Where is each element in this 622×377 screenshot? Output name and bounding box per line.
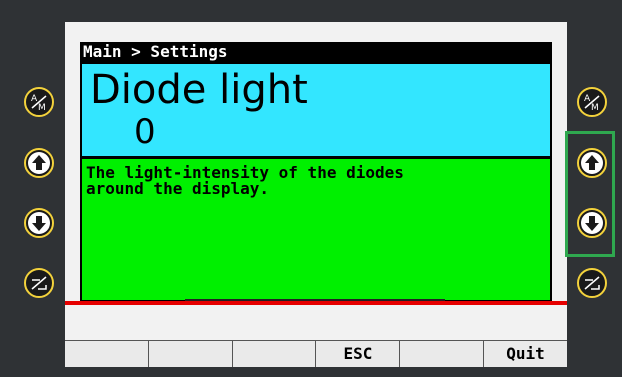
auto-manual-icon: A M: [584, 94, 600, 113]
softkey-5[interactable]: [400, 341, 485, 367]
setting-value: 0: [134, 112, 156, 152]
setting-title-panel: Diode light 0: [80, 62, 552, 158]
arrow-down-icon: [28, 212, 50, 234]
left-auto-manual-button[interactable]: A M: [24, 87, 54, 117]
setting-description: The light-intensity of the diodes around…: [86, 163, 404, 198]
arrow-buttons-highlight: [565, 131, 615, 257]
softkey-3[interactable]: [233, 341, 317, 367]
left-down-button[interactable]: [24, 208, 54, 238]
hand-icon: [31, 276, 47, 290]
description-panel: The light-intensity of the diodes around…: [80, 157, 552, 302]
breadcrumb: Main > Settings: [80, 42, 552, 62]
arrow-up-icon: [28, 152, 50, 174]
left-hand-button[interactable]: [24, 268, 54, 298]
softkey-esc[interactable]: ESC: [316, 341, 401, 367]
auto-manual-icon: A M: [31, 94, 47, 113]
svg-text:A: A: [31, 94, 38, 104]
svg-text:A: A: [584, 94, 591, 104]
svg-text:M: M: [38, 103, 46, 113]
setting-title: Diode light: [90, 67, 308, 113]
softkey-bar: ESC Quit: [65, 340, 567, 367]
red-separator: [65, 301, 567, 305]
svg-text:M: M: [591, 103, 599, 113]
left-up-button[interactable]: [24, 148, 54, 178]
softkey-1[interactable]: [65, 341, 149, 367]
display-screen: Main > Settings Diode light 0 The light-…: [65, 22, 567, 367]
softkey-quit[interactable]: Quit: [484, 341, 567, 367]
hand-icon: [584, 276, 600, 290]
softkey-2[interactable]: [149, 341, 233, 367]
right-hand-button[interactable]: [577, 268, 607, 298]
right-auto-manual-button[interactable]: A M: [577, 87, 607, 117]
